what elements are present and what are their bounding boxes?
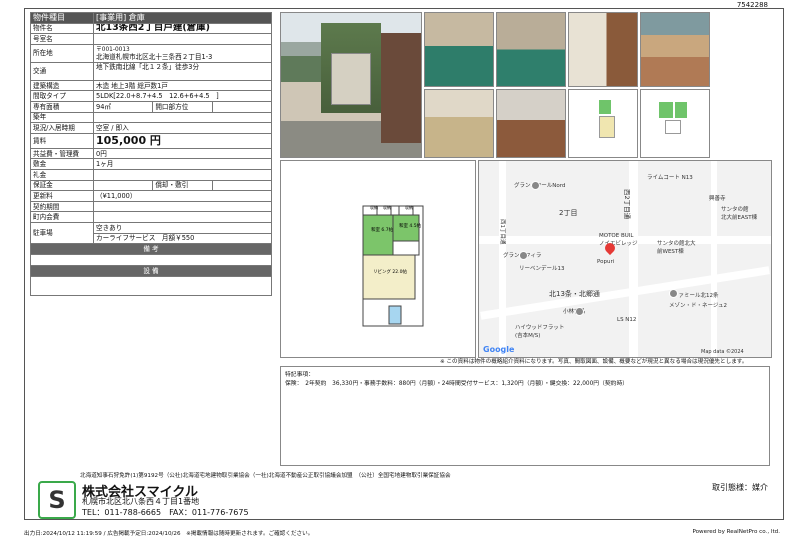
type-value: [事業用] 倉庫 [93, 12, 272, 24]
floorplan-thumb-2 [640, 89, 710, 158]
fp-label-living: リビング 22.0帖 [373, 268, 407, 275]
address-value: 北海道札幌市北区北十三条西２丁目1-3 [96, 52, 213, 61]
balcony-label: 開口部方位 [152, 100, 213, 113]
contract-label: 契約期間 [30, 200, 94, 213]
floorplan-diagram: 収納 収納 収納 和室 6.7帖 和室 4.5帖 リビング 22.0帖 [362, 204, 424, 327]
town-fee-label: 町内会費 [30, 211, 94, 223]
output-date-footer: 出力日:2024/10/12 11:19:59 / 広告掲載予定日:2024/1… [24, 531, 314, 537]
floorplan-panel: 収納 収納 収納 和室 6.7帖 和室 4.5帖 リビング 22.0帖 [280, 160, 476, 358]
map-label-17: 西2丁目通 [623, 189, 631, 220]
company-logo-icon: S [38, 481, 76, 519]
balcony-value [211, 100, 273, 113]
fp-label-washitsu-2: 和室 4.5帖 [399, 222, 422, 229]
built-label: 築年 [30, 111, 94, 124]
map-label-8: Popuri [597, 259, 615, 265]
remarks-cell [30, 254, 272, 267]
map-pin-icon [575, 307, 584, 316]
map-label-3: 興善寺 [709, 196, 726, 202]
name-label: 物件名 [30, 22, 94, 35]
interior-photo-3 [568, 12, 638, 87]
special-notes-box: 特記事項： 保険： 2年契約 36,330円・事務手数料：880円（月額）・24… [280, 366, 770, 466]
key-money-label: 礼金 [30, 168, 94, 181]
fp-label-storage-1: 収納 [370, 204, 378, 210]
disclaimer-note: ※ この資料は物件の概略紹介資料になります。写真、間取図面、設備、概要などが現況… [440, 359, 748, 365]
layout-value: 5LDK[22.0+8.7+4.5 12.6+6+4.5 ] [93, 90, 272, 102]
map-attribution: Map data ©2024 [701, 349, 744, 355]
map-label-18: 西1丁目通 [499, 219, 505, 245]
location-map[interactable]: グランノワールNord ライムコート N13 興善寺 サンタの館 北大前EAST… [478, 160, 772, 358]
transit-label: 交通 [30, 61, 94, 81]
status-label: 現況/入居時期 [30, 122, 94, 134]
logo-letter: S [48, 486, 66, 514]
floorplan-thumb-1 [568, 89, 638, 158]
parking-label: 駐車場 [30, 221, 94, 245]
fp-label-storage-3: 収納 [405, 204, 413, 210]
deposit-value: 1ヶ月 [93, 158, 272, 170]
key-money-value [93, 168, 272, 181]
map-label-4: サンタの館 北大前EAST棟 [721, 207, 758, 221]
rent-value: 105,000 円 [93, 132, 272, 149]
map-label-11: 北13条・北郷通 [549, 290, 600, 298]
special-notes-title: 特記事項： [285, 372, 314, 378]
map-pin-icon [531, 181, 540, 190]
map-label-10: リーベンデール13 [519, 266, 565, 272]
map-label-2: ライムコート N13 [647, 175, 693, 181]
fee-value: 0円 [93, 147, 272, 160]
renewal-label: 更新料 [30, 190, 94, 202]
company-address: 札幌市北区北八条西４丁目1番地 [82, 497, 200, 506]
interior-photo-5 [424, 89, 494, 158]
name-value: 北13条西2丁目戸建(倉庫) [93, 22, 272, 35]
transit-value: 地下鉄南北線「北１２条」徒歩3分 [93, 61, 272, 81]
map-label-5: 2丁目 [559, 209, 578, 217]
rent-label: 賃料 [30, 132, 94, 149]
type-label: 物件種目 [30, 12, 94, 24]
map-pin-icon [669, 289, 678, 298]
exterior-photo [280, 12, 422, 158]
map-pin-icon [519, 251, 528, 260]
association-text: 北海道知事石狩免許(1)第9192号（公社)北海道宅地建物取引業協会（一社)北海… [80, 473, 451, 479]
structure-value: 木造 地上3階 総戸数1戸 [93, 79, 272, 92]
built-value [93, 111, 272, 124]
map-label-7: サンタの館北大 前WEST棟 [657, 241, 696, 255]
guarantee-sub-value [211, 179, 273, 192]
parking-value-1: 空きあり [93, 221, 272, 234]
special-notes-text: 保険： 2年契約 36,330円・事務手数料：880円（月額）・24時間受付サー… [285, 381, 629, 387]
interior-photo-2 [496, 12, 566, 87]
area-label: 専有面積 [30, 100, 94, 113]
facilities-cell [30, 276, 272, 297]
layout-label: 間取タイプ [30, 90, 94, 102]
renewal-value: （¥11,000） [93, 190, 272, 202]
interior-photo-4 [640, 12, 710, 87]
remarks-bar: 備 考 [30, 243, 272, 256]
location-label: 所在地 [30, 43, 94, 63]
parking-value-2: カーライフサービス 月額￥550 [93, 232, 272, 245]
map-label-15: ファミール北12条 [673, 293, 719, 299]
guarantee-label: 保証金 [30, 179, 94, 192]
area-value: 94㎡ [92, 100, 154, 113]
room-label: 号室名 [30, 33, 94, 45]
structure-label: 建築構造 [30, 79, 94, 92]
status-value: 空室 / 即入 [93, 122, 272, 134]
interior-photo-1 [424, 12, 494, 87]
transaction-type: 取引態様：媒介 [712, 483, 768, 492]
powered-by-footer: Powered by RealNetPro co., ltd. [692, 529, 780, 535]
fp-label-storage-2: 収納 [383, 204, 391, 210]
company-contact: TEL：011-788-6665 FAX：011-776-7675 [82, 508, 249, 517]
town-fee-value [93, 211, 272, 223]
map-label-14: ハイウッドフラット (吉本M/S) [515, 325, 565, 339]
map-label-16: メゾン・ド・ネージュ2 [669, 303, 728, 309]
fee-label: 共益費・管理費 [30, 147, 94, 160]
interior-photo-6 [496, 89, 566, 158]
facilities-bar: 設 備 [30, 265, 272, 278]
room-value [93, 33, 272, 45]
deposit-label: 敷金 [30, 158, 94, 170]
guarantee-value [92, 179, 154, 192]
google-logo: Google [483, 345, 515, 354]
fp-label-washitsu-1: 和室 6.7帖 [371, 226, 394, 233]
guarantee-sub-label: 償却・敷引 [152, 179, 213, 192]
property-spec-table: 物件種目 [事業用] 倉庫 物件名 北13条西2丁目戸建(倉庫) 号室名 所在地 〒0… [30, 12, 273, 297]
contract-value [93, 200, 272, 213]
map-label-13: LS N12 [617, 317, 637, 323]
